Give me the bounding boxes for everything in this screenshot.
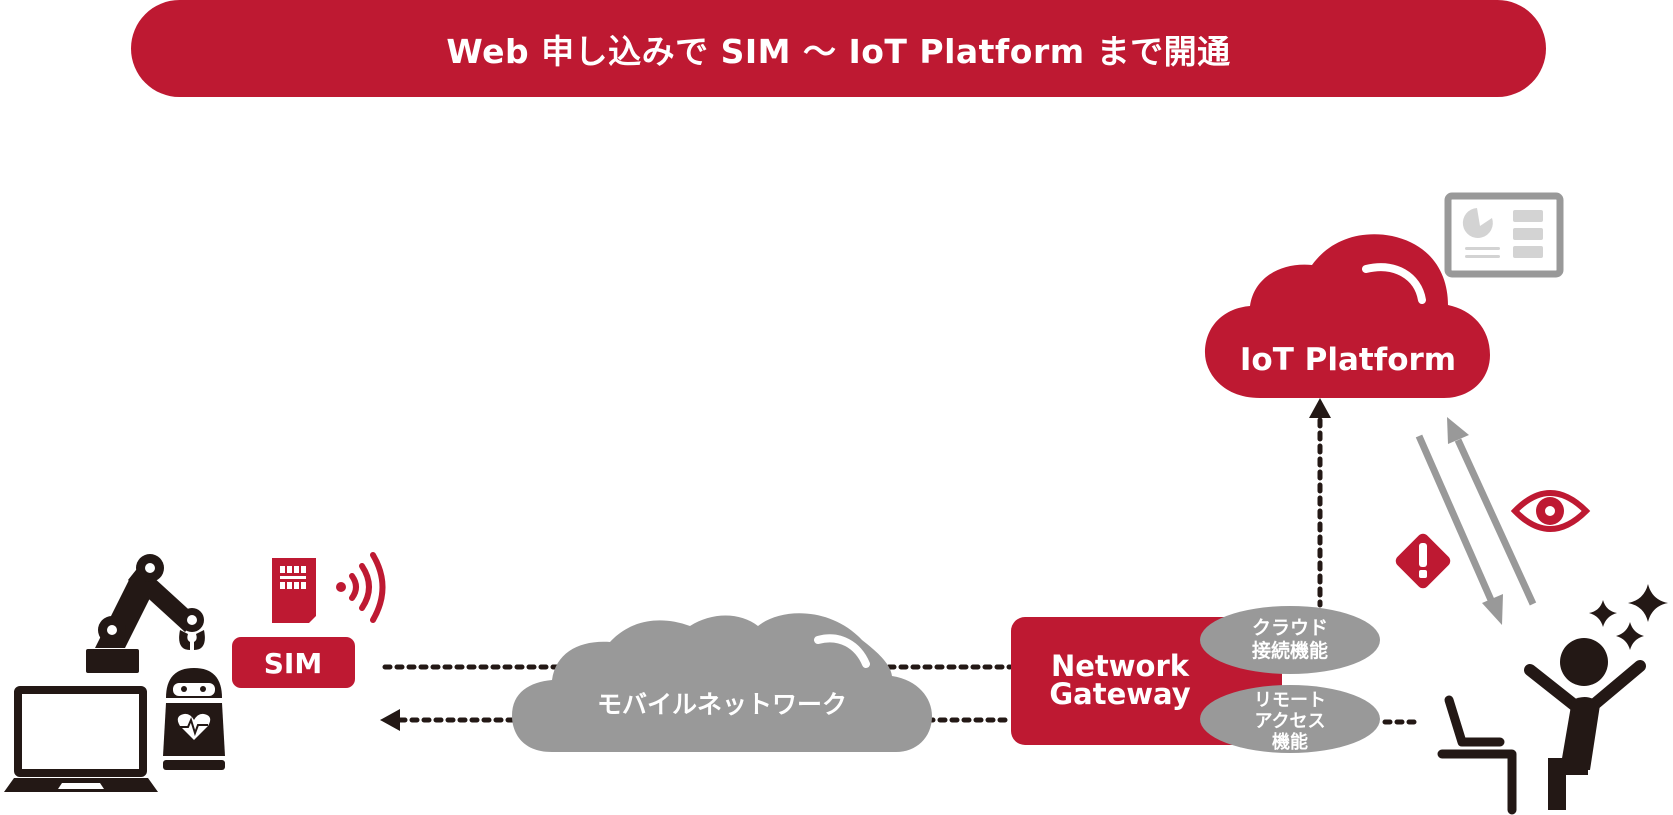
arrowhead-up-icon [1309, 398, 1331, 418]
iot-platform-label: IoT Platform [1240, 342, 1456, 378]
robot-arm-icon [86, 554, 205, 673]
health-robot-icon [163, 668, 225, 770]
sim-label: SIM [264, 647, 322, 680]
sim-label-box: SIM [232, 637, 355, 688]
sim-card-icon [272, 558, 316, 623]
mobile-network-cloud: モバイルネットワーク [512, 613, 932, 752]
remote-access-feature: リモート アクセス 機能 [1200, 685, 1380, 753]
arrowhead-left-icon [380, 709, 400, 731]
arrow-user-to-platform [1447, 417, 1537, 606]
alert-icon [1395, 533, 1451, 589]
arrow-platform-to-user [1415, 434, 1503, 625]
remote-access-line3: 機能 [1272, 731, 1308, 753]
gateway-label-line2: Gateway [1049, 677, 1190, 711]
cloud-connect-line1: クラウド [1252, 617, 1328, 639]
happy-user-at-laptop-icon [1437, 638, 1646, 815]
dashboard-icon [1444, 192, 1564, 278]
sparkle-icon [1589, 584, 1668, 650]
diagram-canvas: モバイルネットワーク SIM Network Gateway クラウド 接続機能… [4, 192, 1668, 815]
connection-gateway-to-platform [1309, 398, 1331, 608]
wireless-signal-icon [336, 552, 386, 623]
laptop-icon [4, 686, 158, 792]
remote-access-line1: リモート [1254, 690, 1326, 711]
eye-icon [1510, 490, 1591, 532]
remote-access-line2: アクセス [1254, 711, 1325, 732]
cloud-connect-feature: クラウド 接続機能 [1200, 606, 1380, 674]
mobile-network-label: モバイルネットワーク [597, 690, 847, 719]
cloud-connect-line2: 接続機能 [1252, 639, 1328, 662]
